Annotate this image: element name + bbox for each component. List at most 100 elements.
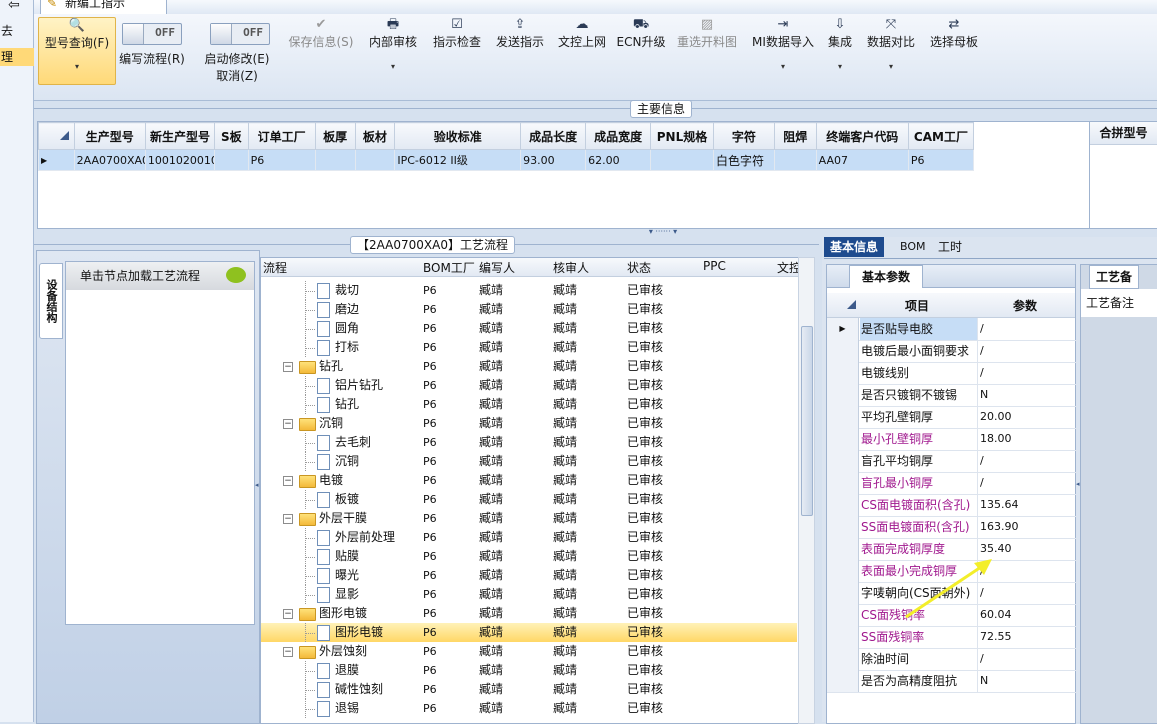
- table-cell[interactable]: P6: [247, 149, 316, 171]
- param-value[interactable]: N: [977, 384, 1076, 406]
- param-row[interactable]: SS面残铜率 72.55: [827, 626, 1077, 649]
- collapse-icon[interactable]: −: [283, 609, 293, 619]
- param-value[interactable]: 18.00: [977, 428, 1076, 450]
- chevron-down-icon[interactable]: ▾: [748, 63, 818, 71]
- collapse-icon[interactable]: −: [283, 362, 293, 372]
- tree-row[interactable]: 铝片钻孔 P6 臧靖 臧靖 已审核: [261, 376, 797, 395]
- param-value[interactable]: 135.64: [977, 494, 1076, 516]
- table-cell[interactable]: AA07: [815, 149, 909, 171]
- param-row[interactable]: 除油时间 /: [827, 648, 1077, 671]
- table-row[interactable]: ▶ 2AA0700XA0 10010200101473 P6 IPC-6012 …: [38, 149, 975, 171]
- tree-row[interactable]: − 图形电镀 P6 臧靖 臧靖 已审核: [261, 604, 797, 623]
- col-header[interactable]: 编写人: [479, 259, 515, 276]
- model-query-button[interactable]: 🔍 型号查询(F) ▾: [38, 17, 116, 85]
- tree-row[interactable]: 退锡 P6 臧靖 臧靖 已审核: [261, 699, 797, 718]
- ecn-upgrade-button[interactable]: ⛟ ECN升级: [616, 17, 666, 50]
- tree-row[interactable]: 图形电镀 P6 臧靖 臧靖 已审核: [261, 623, 797, 642]
- vertical-scrollbar[interactable]: [798, 257, 815, 724]
- write-flow-toggle[interactable]: OFF: [122, 23, 182, 45]
- tab-bom[interactable]: BOM: [894, 237, 932, 257]
- tree-row[interactable]: − 外层干膜 P6 臧靖 臧靖 已审核: [261, 509, 797, 528]
- tab-work-hours[interactable]: 工时: [932, 237, 968, 257]
- col-header-value[interactable]: 参数: [1013, 297, 1037, 314]
- load-flow-hint[interactable]: 单击节点加载工艺流程: [66, 262, 254, 290]
- corner-cell[interactable]: [38, 122, 75, 150]
- col-header[interactable]: 生产型号: [73, 122, 146, 150]
- table-cell[interactable]: 10010200101473: [144, 149, 216, 171]
- tree-row[interactable]: 打标 P6 臧靖 臧靖 已审核: [261, 338, 797, 357]
- col-header[interactable]: 字符: [712, 122, 775, 150]
- tree-row[interactable]: 显影 P6 臧靖 臧靖 已审核: [261, 585, 797, 604]
- param-value[interactable]: /: [977, 472, 1076, 494]
- tab-basic-info[interactable]: 基本信息: [824, 237, 885, 257]
- table-cell[interactable]: 62.00: [585, 149, 652, 171]
- mi-data-import-button[interactable]: ⇥ MI数据导入 ▾: [748, 17, 818, 71]
- param-row[interactable]: 最小孔壁铜厚 18.00: [827, 428, 1077, 451]
- col-header[interactable]: S板: [214, 122, 249, 150]
- param-value[interactable]: 163.90: [977, 516, 1076, 538]
- col-header[interactable]: 成品长度: [520, 122, 587, 150]
- tree-row[interactable]: 钻孔 P6 臧靖 臧靖 已审核: [261, 395, 797, 414]
- left-strip-item-1[interactable]: 去: [0, 22, 34, 40]
- param-row[interactable]: 平均孔壁铜厚 20.00: [827, 406, 1077, 429]
- param-value[interactable]: 20.00: [977, 406, 1076, 428]
- col-header-item[interactable]: 项目: [905, 297, 929, 314]
- left-strip-item-2[interactable]: 理: [0, 48, 34, 66]
- tree-row[interactable]: 裁切 P6 臧靖 臧靖 已审核: [261, 281, 797, 300]
- tree-row[interactable]: 贴膜 P6 臧靖 臧靖 已审核: [261, 547, 797, 566]
- scrollbar-thumb[interactable]: [801, 326, 813, 516]
- param-row[interactable]: 盲孔最小铜厚 /: [827, 472, 1077, 495]
- col-header[interactable]: 流程: [263, 259, 287, 276]
- chevron-down-icon[interactable]: ▾: [39, 63, 115, 71]
- table-cell[interactable]: P6: [907, 149, 975, 171]
- tree-row[interactable]: 磨边 P6 臧靖 臧靖 已审核: [261, 300, 797, 319]
- col-header[interactable]: PNL规格: [650, 122, 714, 150]
- col-header[interactable]: 状态: [627, 259, 651, 276]
- splitter-handle[interactable]: ▾ ······ ▾: [632, 228, 694, 236]
- tree-row[interactable]: 沉铜 P6 臧靖 臧靖 已审核: [261, 452, 797, 471]
- back-arrow-icon[interactable]: ⇦: [8, 0, 20, 13]
- table-cell[interactable]: 白色字符: [712, 149, 775, 171]
- col-header[interactable]: BOM工厂: [423, 259, 475, 276]
- tree-row[interactable]: − 电镀 P6 臧靖 臧靖 已审核: [261, 471, 797, 490]
- tab-basic-params[interactable]: 基本参数: [849, 265, 924, 288]
- tree-row[interactable]: 板镀 P6 臧靖 臧靖 已审核: [261, 490, 797, 509]
- col-header[interactable]: PPC: [703, 259, 726, 273]
- param-row[interactable]: 盲孔平均铜厚 /: [827, 450, 1077, 473]
- select-motherboard-button[interactable]: ⇄ 选择母板: [926, 17, 982, 50]
- table-cell[interactable]: IPC-6012 II级: [394, 149, 522, 171]
- tree-row[interactable]: 碱性蚀刻 P6 臧靖 臧靖 已审核: [261, 680, 797, 699]
- window-tab[interactable]: ✎ 新编工指示: [40, 0, 167, 15]
- tree-row[interactable]: 退膜 P6 臧靖 臧靖 已审核: [261, 661, 797, 680]
- param-row[interactable]: SS面电镀面积(含孔) 163.90: [827, 516, 1077, 539]
- table-cell[interactable]: [354, 149, 396, 171]
- param-row[interactable]: 电镀线别 /: [827, 362, 1077, 385]
- param-row[interactable]: 是否为高精度阻抗 N: [827, 670, 1077, 693]
- tab-process-notes[interactable]: 工艺备: [1089, 265, 1140, 289]
- tree-row[interactable]: − 外层蚀刻 P6 臧靖 臧靖 已审核: [261, 642, 797, 661]
- chevron-down-icon[interactable]: ▾: [864, 63, 918, 71]
- table-cell[interactable]: 2AA0700XA0: [73, 149, 146, 171]
- corner-cell[interactable]: [847, 300, 856, 309]
- param-row[interactable]: 是否只镀铜不镀锡 N: [827, 384, 1077, 407]
- tree-row[interactable]: 去毛刺 P6 臧靖 臧靖 已审核: [261, 433, 797, 452]
- param-row[interactable]: 电镀后最小面铜要求 /: [827, 340, 1077, 363]
- param-value[interactable]: /: [977, 648, 1076, 670]
- col-header[interactable]: 验收标准: [394, 122, 522, 150]
- param-row[interactable]: ▶ 是否贴导电胶 /: [827, 318, 1077, 341]
- col-header[interactable]: 文控: [777, 259, 799, 276]
- start-modify-toggle[interactable]: OFF: [210, 23, 270, 45]
- tree-row[interactable]: − 钻孔 P6 臧靖 臧靖 已审核: [261, 357, 797, 376]
- chevron-down-icon[interactable]: ▾: [366, 63, 420, 71]
- tree-row[interactable]: 曝光 P6 臧靖 臧靖 已审核: [261, 566, 797, 585]
- col-header[interactable]: 新生产型号: [144, 122, 216, 150]
- col-header[interactable]: 板厚: [314, 122, 356, 150]
- table-cell[interactable]: 93.00: [520, 149, 587, 171]
- param-value[interactable]: /: [977, 362, 1076, 384]
- internal-review-button[interactable]: 🖶 内部审核 ▾: [366, 17, 420, 71]
- collapse-icon[interactable]: −: [283, 476, 293, 486]
- col-header[interactable]: 订单工厂: [247, 122, 316, 150]
- param-value[interactable]: /: [977, 340, 1076, 362]
- tree-row[interactable]: 外层前处理 P6 臧靖 臧靖 已审核: [261, 528, 797, 547]
- save-info-button[interactable]: ✔ 保存信息(S): [286, 17, 356, 50]
